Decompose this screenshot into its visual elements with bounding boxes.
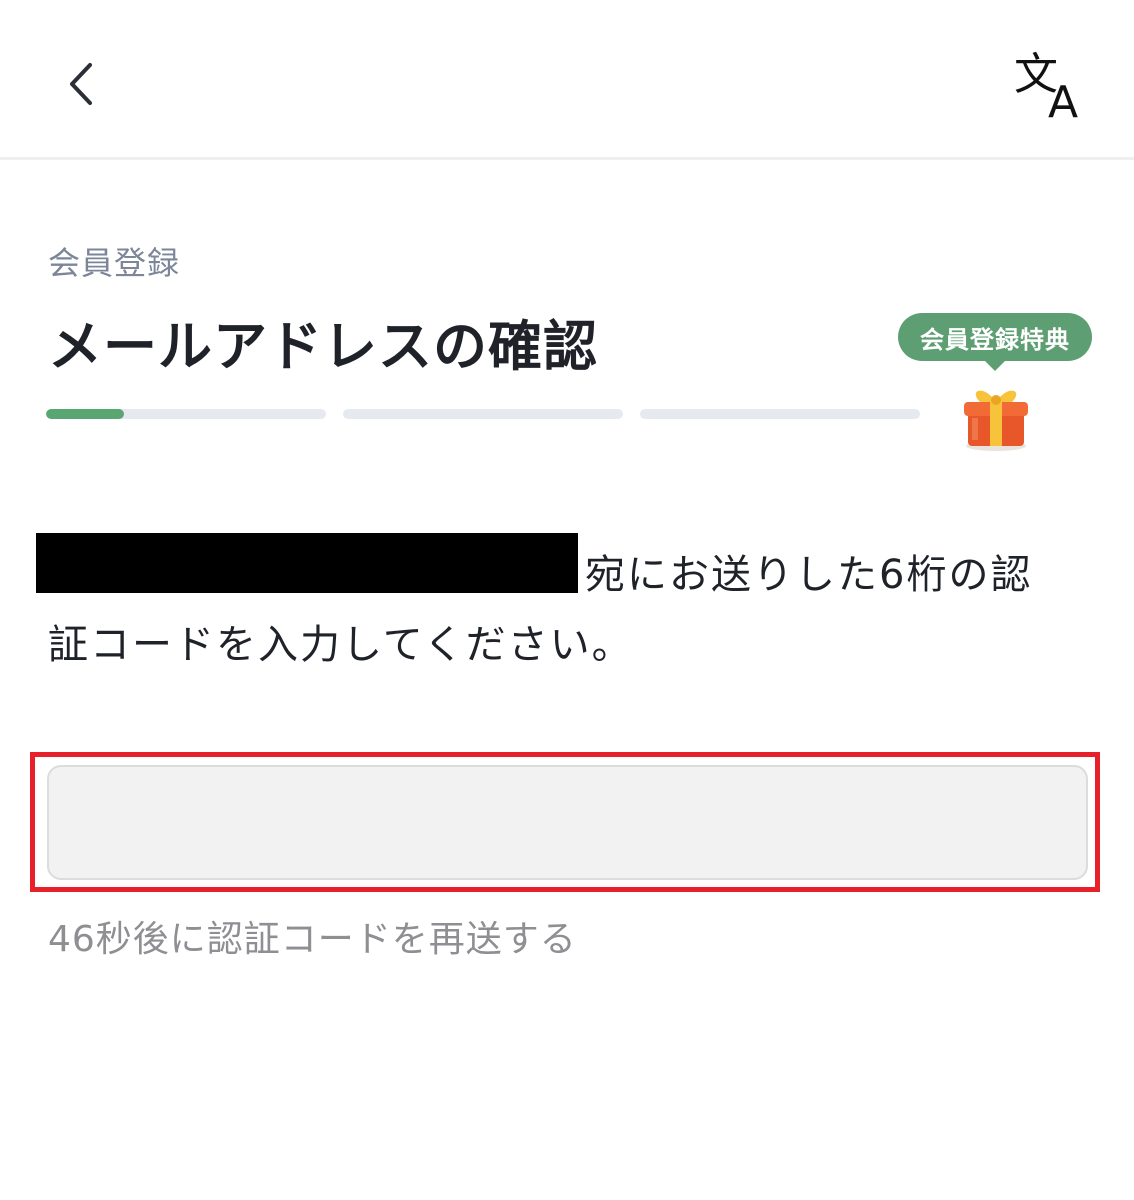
- section-label: 会員登録: [48, 244, 181, 282]
- bonus-badge[interactable]: 会員登録特典: [898, 313, 1092, 371]
- translate-icon: 文 A: [1014, 49, 1078, 125]
- redacted-email: [36, 533, 578, 593]
- progress-step-1: [46, 409, 326, 419]
- progress-fill-1: [46, 409, 125, 419]
- back-button[interactable]: [40, 44, 120, 124]
- progress-step-2: [343, 409, 623, 419]
- svg-text:A: A: [1048, 77, 1078, 125]
- resend-code-text: 46秒後に認証コードを再送する: [48, 919, 577, 960]
- verification-code-input[interactable]: [47, 765, 1088, 880]
- instruction-line-2: 証コードを入力してください。: [48, 622, 634, 668]
- instruction-line-1: 宛にお送りした6桁の認: [585, 552, 1033, 598]
- top-bar: 文 A: [0, 0, 1134, 160]
- page-title: メールアドレスの確認: [48, 315, 598, 378]
- chevron-left-icon: [70, 63, 92, 105]
- gift-icon[interactable]: [958, 380, 1034, 452]
- translate-button[interactable]: 文 A: [1004, 40, 1104, 130]
- progress-step-3: [640, 409, 920, 419]
